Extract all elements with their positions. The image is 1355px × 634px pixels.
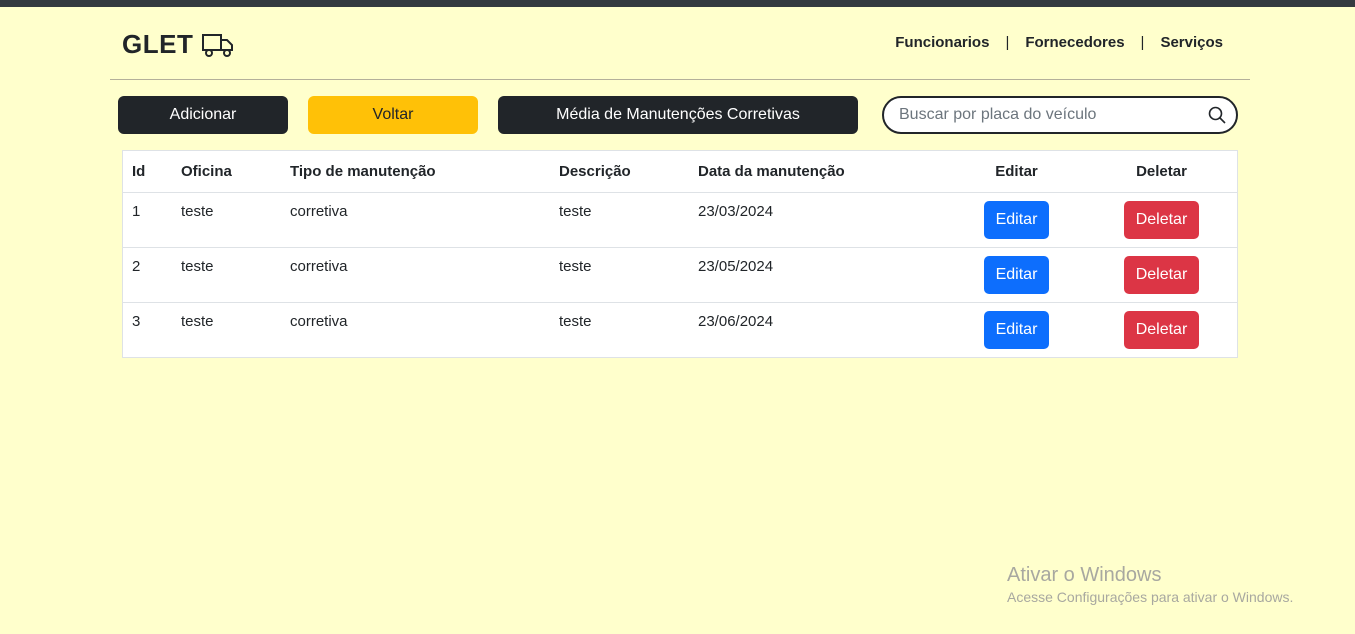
cell-oficina: teste <box>181 312 214 330</box>
cell-edit: Editar <box>947 192 1086 248</box>
nav-separator: | <box>1140 34 1145 51</box>
cell-tipo: corretiva <box>290 312 348 330</box>
windows-activation-watermark: Ativar o Windows Acesse Configurações pa… <box>1007 563 1293 607</box>
search-icon[interactable] <box>1208 106 1226 124</box>
table-row: 1 teste corretiva teste 23/03/2024 Edita… <box>123 192 1237 248</box>
window-top-strip <box>0 0 1355 7</box>
cell-id: 2 <box>123 247 172 303</box>
cell-data: 23/03/2024 <box>689 192 947 248</box>
watermark-title: Ativar o Windows <box>1007 564 1162 586</box>
truck-icon <box>202 33 234 57</box>
nav-link-servicos[interactable]: Serviços <box>1160 34 1223 51</box>
cell-id: 1 <box>123 192 172 248</box>
table-header-row: Id Oficina Tipo de manutenção Descrição … <box>123 151 1237 193</box>
cell-delete: Deletar <box>1086 302 1237 357</box>
column-header-deletar: Deletar <box>1086 151 1237 193</box>
cell-delete: Deletar <box>1086 247 1237 303</box>
delete-button[interactable]: Deletar <box>1123 200 1200 239</box>
cell-descricao: teste <box>550 247 689 303</box>
watermark-subtitle: Acesse Configurações para ativar o Windo… <box>1007 589 1294 605</box>
cell-edit: Editar <box>947 247 1086 303</box>
cell-data: 23/06/2024 <box>698 312 774 330</box>
back-button[interactable]: Voltar <box>308 96 478 134</box>
cell-id: 3 <box>132 312 141 330</box>
corrective-maintenance-average-button[interactable]: Média de Manutenções Corretivas <box>498 96 858 134</box>
edit-button[interactable]: Editar <box>983 310 1050 349</box>
column-header-tipo: Tipo de manutenção <box>281 151 550 193</box>
column-header-oficina: Oficina <box>172 151 281 193</box>
column-header-data: Data da manutenção <box>689 151 947 193</box>
cell-descricao: teste <box>559 312 592 330</box>
edit-button[interactable]: Editar <box>983 200 1050 239</box>
column-header-id: Id <box>123 151 172 193</box>
cell-oficina: teste <box>172 247 281 303</box>
maintenance-table: Id Oficina Tipo de manutenção Descrição … <box>122 150 1238 358</box>
cell-tipo: corretiva <box>281 192 550 248</box>
cell-delete: Deletar <box>1086 192 1237 248</box>
brand-name: GLET <box>122 29 194 59</box>
search-box <box>882 96 1238 134</box>
delete-button[interactable]: Deletar <box>1123 310 1200 349</box>
search-input[interactable] <box>899 106 1199 124</box>
table-row: 2 teste corretiva teste 23/05/2024 Edita… <box>123 247 1237 303</box>
nav-link-funcionarios[interactable]: Funcionarios <box>895 34 989 51</box>
table-row: 3 teste corretiva teste 23/06/2024 Edita… <box>123 302 1237 357</box>
nav-links: Funcionarios | Fornecedores | Serviços <box>895 34 1223 51</box>
edit-button[interactable]: Editar <box>983 255 1050 294</box>
toolbar: Adicionar Voltar Média de Manutenções Co… <box>118 96 1238 134</box>
cell-oficina: teste <box>172 192 281 248</box>
cell-edit: Editar <box>947 302 1086 357</box>
add-button[interactable]: Adicionar <box>118 96 288 134</box>
cell-descricao: teste <box>550 192 689 248</box>
brand[interactable]: GLET <box>122 29 235 60</box>
nav-link-fornecedores[interactable]: Fornecedores <box>1025 34 1124 51</box>
cell-data: 23/05/2024 <box>689 247 947 303</box>
cell-tipo: corretiva <box>281 247 550 303</box>
column-header-editar: Editar <box>947 151 1086 193</box>
column-header-descricao: Descrição <box>550 151 689 193</box>
navbar: GLET Funcionarios | Fornecedores | Servi… <box>110 7 1250 80</box>
delete-button[interactable]: Deletar <box>1123 255 1200 294</box>
nav-separator: | <box>1005 34 1010 51</box>
